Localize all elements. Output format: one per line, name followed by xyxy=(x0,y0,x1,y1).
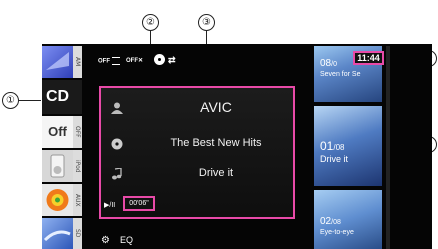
callout-1: ① xyxy=(2,92,19,109)
radio-icon xyxy=(46,52,69,70)
source-ipod-tab: iPod xyxy=(73,150,82,182)
play-pause-button[interactable]: ▶/II xyxy=(104,201,115,209)
album-tile-next[interactable]: 02/08 Eye-to-eye xyxy=(314,190,382,249)
head-unit-screen: AM CD Off OFF iPod AUX SD OFF OFF✕ ⇄ AVI… xyxy=(42,44,432,249)
elapsed-time-text: 00'06" xyxy=(129,200,149,207)
clock-text: 11:44 xyxy=(357,53,380,63)
callout-1-leader xyxy=(19,100,41,101)
source-am[interactable]: AM xyxy=(42,46,82,78)
source-sd-tab: SD xyxy=(73,218,82,249)
source-cd[interactable]: CD xyxy=(42,80,82,114)
album-name: The Best New Hits xyxy=(170,137,262,149)
repeat-icon xyxy=(111,57,120,65)
elapsed-time: 00'06" xyxy=(123,196,155,211)
tile-name: Eye-to-eye xyxy=(320,229,354,236)
shuffle-icon: ✕ xyxy=(138,58,144,64)
callout-2: ② xyxy=(142,14,159,31)
disc-status-icon xyxy=(154,54,165,65)
source-am-face xyxy=(42,46,73,78)
source-am-tab: AM xyxy=(73,46,82,78)
source-ipod[interactable]: iPod xyxy=(42,150,82,182)
track-info-panel[interactable]: AVIC The Best New Hits Drive it ▶/II 00'… xyxy=(99,86,295,219)
source-aux-tab: AUX xyxy=(73,184,82,216)
random-off-text: OFF xyxy=(126,58,138,64)
callout-3: ③ xyxy=(198,14,215,31)
source-off[interactable]: Off OFF xyxy=(42,116,82,148)
track-title: Drive it xyxy=(198,167,234,179)
ipod-icon xyxy=(50,154,65,178)
random-status: OFF✕ xyxy=(126,57,143,64)
callout-2-leader xyxy=(150,30,151,44)
artist-icon xyxy=(111,102,123,114)
tile-name: Drive it xyxy=(320,154,349,164)
music-note-icon xyxy=(112,168,122,180)
tile-number: 08/0 xyxy=(320,58,337,69)
source-ipod-face xyxy=(42,150,73,182)
repeat-mode-icon: ⇄ xyxy=(168,55,176,65)
album-disc-icon xyxy=(111,138,123,150)
tile-scrollbar[interactable] xyxy=(386,46,390,249)
album-tile-current[interactable]: 01/08 Drive it xyxy=(314,106,382,186)
tile-name: Seven for Se xyxy=(320,71,361,78)
settings-icon[interactable]: ⚙ xyxy=(101,235,110,246)
source-aux[interactable]: AUX xyxy=(42,184,82,216)
source-cd-tab xyxy=(73,80,82,114)
clock: 11:44 xyxy=(353,51,384,65)
source-sd-face xyxy=(42,218,73,249)
source-aux-face xyxy=(42,184,73,216)
source-cd-face: CD xyxy=(42,80,73,114)
tile-number: 01/08 xyxy=(320,139,345,153)
source-off-tab: OFF xyxy=(73,116,82,148)
source-off-face: Off xyxy=(42,116,73,148)
source-sd[interactable]: SD xyxy=(42,218,82,249)
aux-icon xyxy=(46,189,69,211)
repeat-status: OFF xyxy=(98,57,120,65)
tile-number: 02/08 xyxy=(320,216,341,227)
eq-button[interactable]: EQ xyxy=(120,235,133,245)
artist-name: AVIC xyxy=(200,99,232,115)
sd-icon xyxy=(43,230,71,242)
repeat-off-text: OFF xyxy=(98,58,110,65)
